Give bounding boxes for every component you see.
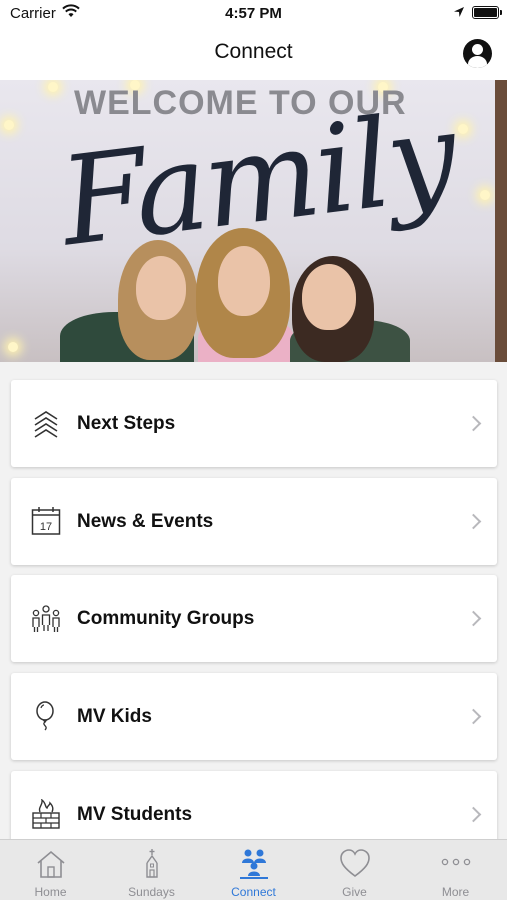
menu-item-mv-kids[interactable]: MV Kids [11,673,497,760]
menu-item-label: MV Students [77,804,193,825]
tab-label: Sundays [128,885,175,899]
menu-item-mv-students[interactable]: MV Students [11,771,497,839]
chevron-right-icon [465,415,482,432]
menu-item-label: Next Steps [77,413,176,434]
tab-home[interactable]: Home [0,840,101,900]
tab-more[interactable]: More [405,840,506,900]
menu-item-next-steps[interactable]: Next Steps [11,380,497,467]
people-group-icon [32,605,60,632]
menu-item-news-events[interactable]: 17 News & Events [11,478,497,565]
tab-label: Home [34,885,67,899]
tab-bar: Home Sundays Connect Give More [0,839,507,900]
chevron-right-icon [465,513,482,530]
battery-icon [472,6,502,19]
campfire-icon [32,799,60,829]
calendar-icon: 17 [31,507,61,535]
location-arrow-icon [454,7,464,17]
balloon-icon [36,701,54,731]
hero-image: WELCOME TO OUR Family [0,80,507,362]
menu-item-label: Community Groups [77,608,255,629]
calendar-date: 17 [40,521,52,533]
church-icon [146,849,158,878]
status-bar: Carrier 4:57 PM [0,0,507,28]
chevron-right-icon [465,806,482,823]
tab-give[interactable]: Give [304,840,405,900]
tab-label: Give [342,885,367,899]
connect-icon [240,849,268,879]
chevron-right-icon [465,610,482,627]
menu-item-community-groups[interactable]: Community Groups [11,575,497,662]
chevrons-up-icon [34,411,58,438]
clock: 4:57 PM [225,5,282,22]
heart-icon [340,849,370,877]
connect-menu-list: Next Steps 17 News & Events Community Gr… [0,362,507,839]
tab-sundays[interactable]: Sundays [101,840,202,900]
menu-item-label: News & Events [77,511,214,532]
page-title: Connect [214,40,293,63]
tab-connect[interactable]: Connect [203,840,304,900]
home-icon [37,850,65,878]
chevron-right-icon [465,708,482,725]
menu-item-label: MV Kids [77,706,152,727]
profile-icon[interactable] [463,39,492,68]
tab-label: More [441,885,470,899]
navigation-bar: Connect [0,28,507,80]
more-icon [441,858,471,866]
tab-label: Connect [231,885,276,899]
